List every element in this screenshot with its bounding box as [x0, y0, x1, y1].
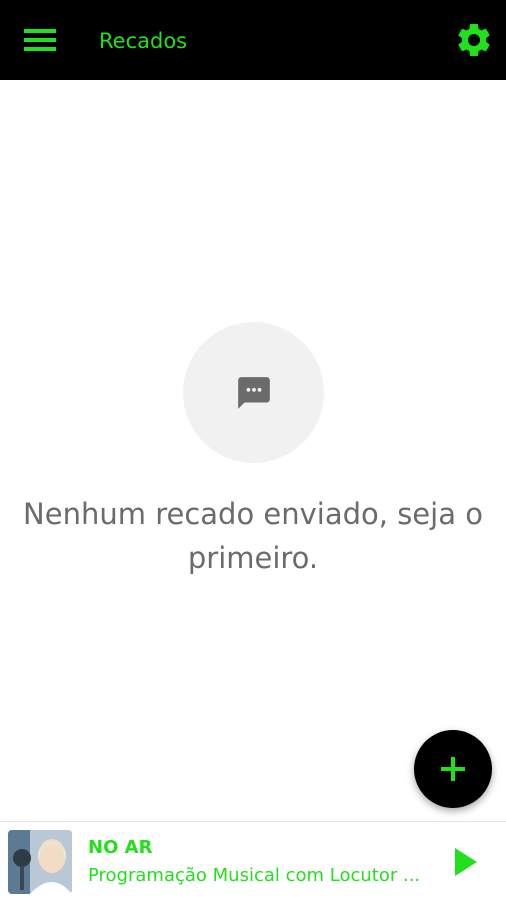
top-app-bar: Recados — [0, 0, 506, 80]
gear-icon — [458, 23, 490, 56]
hamburger-menu-icon — [24, 29, 56, 51]
play-icon — [455, 848, 477, 876]
page-title: Recados — [99, 29, 188, 53]
settings-button[interactable] — [452, 18, 496, 62]
menu-button[interactable] — [16, 20, 64, 60]
host-photo — [8, 830, 72, 894]
now-playing-bar[interactable]: NO AR Programação Musical com Locutor ..… — [0, 821, 506, 900]
on-air-label: NO AR — [88, 837, 153, 858]
app-screen: Recados Nenhum recado enviado, seja o pr… — [0, 0, 506, 900]
empty-state-message: Nenhum recado enviado, seja o primeiro. — [23, 497, 483, 575]
add-message-button[interactable] — [414, 730, 492, 808]
host-photo-art — [8, 830, 72, 894]
plus-icon — [441, 757, 465, 781]
chat-bubble-icon — [237, 376, 270, 409]
empty-state-illustration — [183, 322, 324, 463]
now-playing-title: Programação Musical com Locutor ... — [88, 865, 421, 886]
play-button[interactable] — [448, 842, 484, 882]
